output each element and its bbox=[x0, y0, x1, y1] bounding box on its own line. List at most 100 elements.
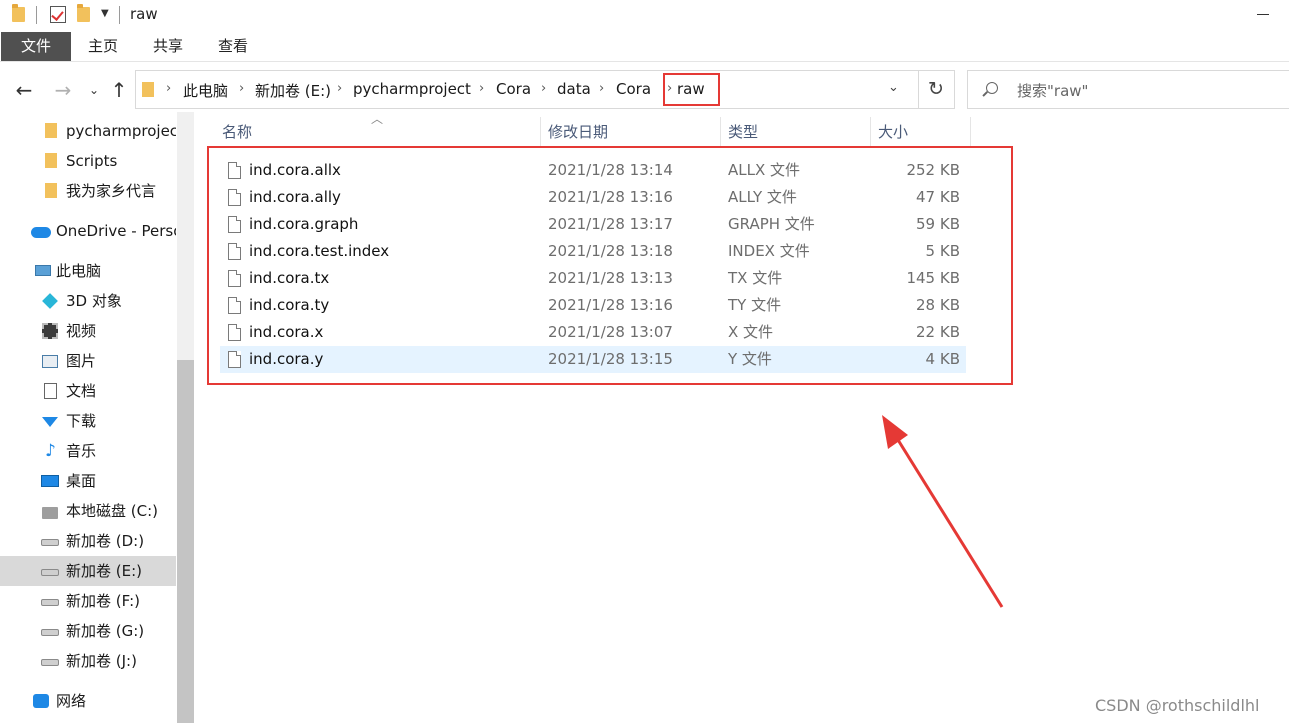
sidebar-item-drive-e[interactable]: 新加卷 (E:) bbox=[0, 556, 176, 586]
tab-file[interactable]: 文件 bbox=[1, 32, 71, 61]
sort-ascending-icon: ︿ bbox=[371, 112, 384, 126]
cube-icon bbox=[42, 293, 58, 309]
minimize-button[interactable] bbox=[1257, 14, 1269, 15]
pictures-icon bbox=[42, 355, 58, 368]
breadcrumb-drive-e[interactable]: 新加卷 (E:) bbox=[255, 80, 331, 101]
sidebar-item-drive-f[interactable]: 新加卷 (F:) bbox=[0, 586, 176, 616]
sidebar-item-downloads[interactable]: 下载 bbox=[0, 406, 176, 436]
breadcrumb-raw[interactable]: raw bbox=[677, 80, 705, 98]
chevron-right-icon[interactable]: › bbox=[541, 81, 546, 96]
sidebar-item-label: pycharmproject bbox=[66, 122, 176, 140]
sidebar-item-scripts[interactable]: Scripts bbox=[0, 146, 176, 176]
windows-drive-icon bbox=[42, 507, 58, 519]
sidebar-item-drive-c[interactable]: 本地磁盘 (C:) bbox=[0, 496, 176, 526]
quick-access-dropdown-icon[interactable]: ▼ bbox=[101, 8, 109, 19]
address-bar[interactable]: › 此电脑 › 新加卷 (E:) › pycharmproject › Cora… bbox=[135, 70, 919, 109]
tab-home[interactable]: 主页 bbox=[72, 32, 134, 61]
up-button[interactable]: ↑ bbox=[107, 76, 131, 104]
chevron-right-icon[interactable]: › bbox=[479, 81, 484, 96]
title-bar: ▼ raw bbox=[0, 0, 1289, 32]
sidebar-item-drive-j[interactable]: 新加卷 (J:) bbox=[0, 646, 176, 676]
column-divider[interactable] bbox=[970, 117, 971, 147]
window-title: raw bbox=[130, 5, 158, 23]
back-button[interactable]: ← bbox=[12, 76, 36, 104]
search-box[interactable]: 搜索"raw" bbox=[967, 70, 1289, 109]
computer-icon bbox=[35, 265, 51, 276]
watermark: CSDN @rothschildlhl bbox=[1095, 696, 1260, 715]
sidebar-item-label: 下载 bbox=[66, 412, 97, 430]
folder-icon bbox=[45, 183, 57, 198]
highlight-files-box bbox=[207, 146, 1013, 385]
chevron-right-icon[interactable]: › bbox=[166, 81, 171, 96]
sidebar-item-drive-d[interactable]: 新加卷 (D:) bbox=[0, 526, 176, 556]
drive-icon bbox=[41, 629, 59, 636]
sidebar-item-label: 图片 bbox=[66, 352, 97, 370]
breadcrumb-cora-2[interactable]: Cora bbox=[616, 80, 651, 98]
search-icon bbox=[986, 82, 998, 94]
chevron-right-icon[interactable]: › bbox=[667, 81, 672, 96]
sidebar-item-pycharmproject[interactable]: pycharmproject bbox=[0, 116, 176, 146]
sidebar-item-drive-g[interactable]: 新加卷 (G:) bbox=[0, 616, 176, 646]
sidebar-item-onedrive[interactable]: OneDrive - Personal bbox=[0, 216, 176, 246]
drive-icon bbox=[41, 569, 59, 576]
sidebar-item-label: 我为家乡代言 bbox=[66, 182, 157, 200]
address-dropdown-button[interactable]: ⌄ bbox=[888, 80, 899, 95]
sidebar-item-3d-objects[interactable]: 3D 对象 bbox=[0, 286, 176, 316]
column-header-name[interactable]: 名称 bbox=[222, 117, 252, 147]
search-placeholder: 搜索"raw" bbox=[1017, 82, 1089, 100]
column-header-type[interactable]: 类型 bbox=[728, 117, 758, 147]
folder-icon bbox=[45, 153, 57, 168]
ribbon-tabs: 文件 主页 共享 查看 bbox=[0, 32, 1289, 62]
tab-share[interactable]: 共享 bbox=[136, 32, 200, 61]
sidebar-item-label: 此电脑 bbox=[56, 262, 102, 280]
sidebar-item-this-pc[interactable]: 此电脑 bbox=[0, 256, 176, 286]
column-divider[interactable] bbox=[870, 117, 871, 147]
sidebar-item-music[interactable]: ♪ 音乐 bbox=[0, 436, 176, 466]
folder-icon bbox=[12, 4, 25, 22]
annotation-arrow-icon bbox=[882, 415, 1004, 608]
music-icon: ♪ bbox=[45, 441, 56, 461]
breadcrumb-data[interactable]: data bbox=[557, 80, 591, 98]
column-header-date[interactable]: 修改日期 bbox=[548, 117, 608, 147]
sidebar-item-hometown[interactable]: 我为家乡代言 bbox=[0, 176, 176, 206]
sidebar-item-label: 视频 bbox=[66, 322, 97, 340]
breadcrumb-this-pc[interactable]: 此电脑 bbox=[183, 80, 228, 101]
divider bbox=[119, 6, 120, 24]
document-icon bbox=[44, 383, 57, 399]
sidebar-item-label: 桌面 bbox=[66, 472, 97, 490]
sidebar-item-videos[interactable]: 视频 bbox=[0, 316, 176, 346]
drive-icon bbox=[41, 539, 59, 546]
tab-view[interactable]: 查看 bbox=[202, 32, 264, 61]
sidebar-item-network[interactable]: 网络 bbox=[0, 686, 176, 716]
sidebar-item-desktop[interactable]: 桌面 bbox=[0, 466, 176, 496]
sidebar-item-label: 3D 对象 bbox=[66, 292, 122, 310]
new-folder-icon[interactable] bbox=[77, 4, 90, 22]
cloud-icon bbox=[31, 227, 51, 238]
sidebar-item-label: 新加卷 (J:) bbox=[66, 652, 137, 670]
drive-icon bbox=[41, 659, 59, 666]
folder-icon bbox=[45, 123, 57, 138]
recent-locations-button[interactable]: ⌄ bbox=[82, 76, 106, 104]
divider bbox=[36, 6, 37, 24]
sidebar-item-label: 本地磁盘 (C:) bbox=[66, 502, 158, 520]
chevron-right-icon[interactable]: › bbox=[239, 81, 244, 96]
forward-button[interactable]: → bbox=[51, 76, 75, 104]
sidebar-item-label: 文档 bbox=[66, 382, 97, 400]
sidebar-item-label: 新加卷 (D:) bbox=[66, 532, 145, 550]
video-icon bbox=[42, 323, 58, 339]
column-divider[interactable] bbox=[720, 117, 721, 147]
sidebar-item-documents[interactable]: 文档 bbox=[0, 376, 176, 406]
breadcrumb-pycharmproject[interactable]: pycharmproject bbox=[353, 80, 471, 98]
properties-icon[interactable] bbox=[50, 6, 66, 23]
breadcrumb-cora[interactable]: Cora bbox=[496, 80, 531, 98]
column-divider[interactable] bbox=[540, 117, 541, 147]
chevron-right-icon[interactable]: › bbox=[599, 81, 604, 96]
refresh-button[interactable]: ↻ bbox=[918, 70, 955, 109]
file-explorer-window: ▼ raw 文件 主页 共享 查看 ← → ⌄ ↑ › 此电脑 › 新加卷 (E… bbox=[0, 0, 1289, 723]
sidebar-item-pictures[interactable]: 图片 bbox=[0, 346, 176, 376]
column-header-size[interactable]: 大小 bbox=[878, 117, 908, 147]
chevron-right-icon[interactable]: › bbox=[337, 81, 342, 96]
sidebar-item-label: 新加卷 (F:) bbox=[66, 592, 140, 610]
download-icon bbox=[42, 417, 58, 427]
sidebar-scrollbar-thumb[interactable] bbox=[177, 360, 194, 723]
